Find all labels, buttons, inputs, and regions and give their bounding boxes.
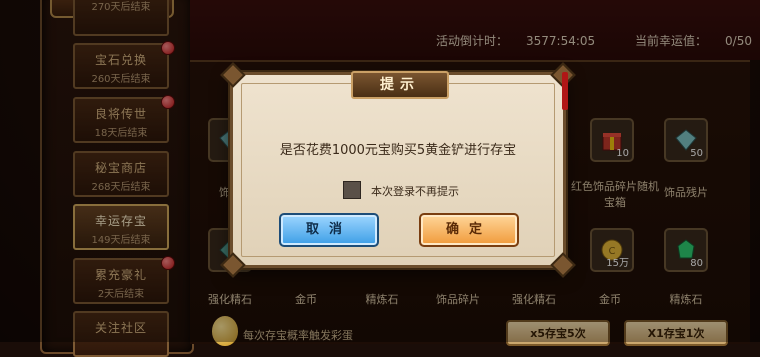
confirm-button[interactable]: 确定: [419, 213, 519, 247]
dialog-title: 提示: [351, 71, 449, 99]
dont-show-again-checkbox[interactable]: [343, 181, 361, 199]
cancel-button[interactable]: 取消: [279, 213, 379, 247]
tassel-ornament: [562, 72, 568, 110]
confirm-dialog: 提示 是否花费1000元宝购买5黄金铲进行存宝 本次登录不再提示 取消 确定: [220, 62, 576, 278]
dont-show-again-label: 本次登录不再提示: [371, 185, 459, 198]
dialog-message: 是否花费1000元宝购买5黄金铲进行存宝: [279, 143, 517, 158]
